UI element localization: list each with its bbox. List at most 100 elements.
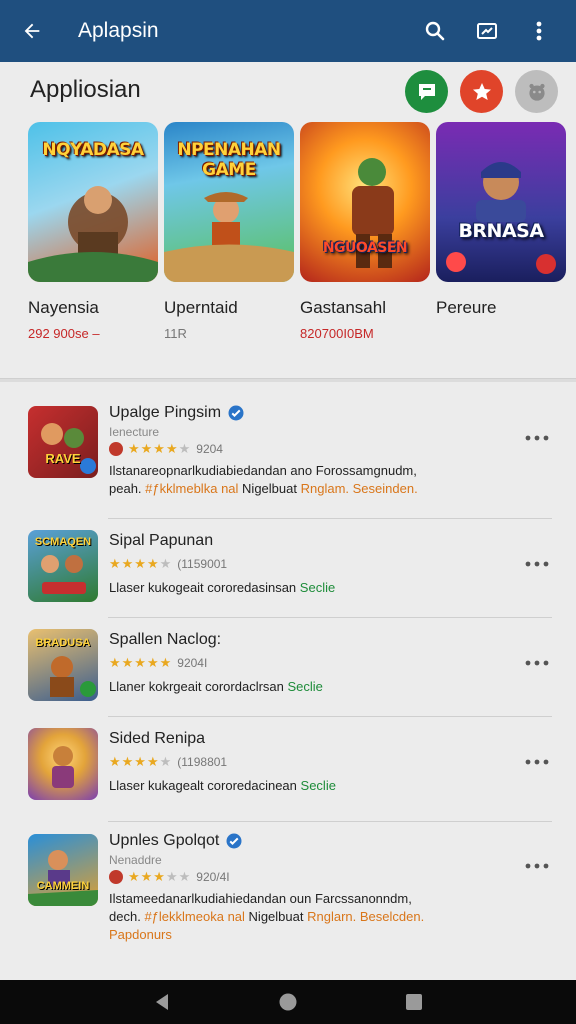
list-item[interactable]: CAMMEIN Upnles Gpolqot Nenaddre ★★★★★ 92… (28, 832, 552, 952)
rating-count: 9204 (196, 442, 223, 456)
app-developer: Nenaddre (109, 853, 162, 867)
app-description: Ilstameedanarlkudiahiedandan oun Farcssa… (109, 890, 512, 944)
arrow-left-icon (24, 23, 40, 39)
nav-recent-button[interactable] (399, 987, 429, 1017)
app-rating: ★★★★★ 9204I (109, 655, 512, 671)
star-badge-icon (472, 82, 491, 100)
section-title: Appliosian (30, 76, 141, 103)
chat-badge-icon (418, 83, 435, 100)
app-name: Sided Renipa (109, 730, 512, 748)
back-button[interactable] (14, 13, 50, 49)
rating-avatar-icon (109, 870, 123, 884)
list-divider (108, 617, 552, 618)
app-info: Sipal Papunan ★★★★★ (1159001 Llaser kuko… (109, 532, 512, 597)
nav-back-icon (156, 994, 168, 1010)
featured-carousel: NQYADASA Nayensia 292 900se – NPENAHAN G… (28, 122, 568, 341)
star-rating: ★★★★★ (128, 441, 192, 456)
featured-title: Uperntaid (164, 298, 238, 317)
star-badge[interactable] (460, 70, 503, 113)
app-icon-label: BRADUSA (35, 637, 91, 649)
header-badges (405, 70, 558, 113)
list-item[interactable]: RAVE Upalge Pingsim Ienecture ★★★★★ 9204… (28, 404, 552, 514)
list-divider (108, 518, 552, 519)
list-item[interactable]: SCMAQEN Sipal Papunan ★★★★★ (1159001 Lla… (28, 528, 552, 614)
more-options-button[interactable] (522, 752, 552, 772)
app-icon-label: CAMMEIN (36, 880, 90, 892)
featured-card[interactable]: BRNASA Pereure (436, 122, 566, 341)
app-name-text: Sided Renipa (109, 730, 206, 747)
app-name: Sipal Papunan (109, 532, 512, 550)
star-rating: ★★★★★ (109, 556, 173, 571)
verified-check-icon (226, 833, 242, 849)
nav-home-icon (279, 993, 297, 1011)
more-vert-icon (536, 21, 542, 41)
star-rating: ★★★★★ (109, 655, 173, 670)
featured-title: Gastansahl (300, 298, 386, 317)
more-options-button[interactable] (522, 653, 552, 673)
rating-count: (1198801 (177, 755, 228, 769)
app-name-text: Upalge Pingsim (109, 404, 222, 421)
list-divider (108, 716, 552, 717)
trending-icon (477, 23, 497, 39)
description-line: Papdonurs (109, 927, 172, 942)
nav-recent-icon (406, 994, 422, 1010)
list-item[interactable]: Sided Renipa ★★★★★ (1198801 Llaser kukag… (28, 726, 552, 812)
more-horiz-icon (525, 759, 549, 765)
app-description: Llaser kukagealt cororedacinean Seclie (109, 778, 336, 793)
app-description: Llaner kokrgeait corordaclrsan Seclie (109, 679, 323, 694)
list-divider (108, 821, 552, 822)
more-options-button[interactable] (522, 856, 552, 876)
app-info: Upnles Gpolqot Nenaddre ★★★★★ 920/4I Ils… (109, 832, 512, 944)
app-name-text: Upnles Gpolqot (109, 832, 220, 849)
featured-card[interactable]: NQYADASA Nayensia 292 900se – (28, 122, 158, 341)
featured-card[interactable]: NGUOASEN Gastansahl 820700I0BM (300, 122, 430, 341)
nav-back-button[interactable] (147, 987, 177, 1017)
app-name-text: Spallen Naclog: (109, 631, 222, 648)
nav-home-button[interactable] (273, 987, 303, 1017)
more-horiz-icon (525, 435, 549, 441)
more-horiz-icon (525, 561, 549, 567)
featured-card[interactable]: NPENAHAN GAME Uperntaid 11R (164, 122, 294, 341)
app-title: Aplapsin (78, 19, 159, 42)
description-line: dech. #ƒlekklmeoka nal Nigelbuat Rnglarn… (109, 909, 425, 924)
app-icon: RAVE (28, 406, 98, 478)
trending-button[interactable] (464, 8, 510, 54)
app-description: Ilstanareopnarlkudiabiedandan ano Foross… (109, 462, 512, 498)
featured-subtitle: 820700I0BM (300, 326, 374, 341)
verified-check-icon (228, 405, 244, 421)
more-horiz-icon (525, 863, 549, 869)
featured-art-label: NPENAHAN GAME (177, 140, 281, 180)
featured-art-label: BRNASA (458, 220, 544, 242)
app-description: Llaser kukogeait cororedasinsan Seclie (109, 580, 336, 595)
more-options-button[interactable] (522, 428, 552, 448)
app-icon-label: RAVE (45, 451, 81, 466)
featured-subtitle: 292 900se – (28, 326, 100, 341)
rating-count: 920/4I (196, 870, 230, 884)
featured-title: Pereure (436, 298, 497, 317)
star-rating: ★★★★★ (128, 869, 192, 884)
app-rating: ★★★★★ (1198801 (109, 754, 512, 770)
more-options-button[interactable] (522, 554, 552, 574)
featured-art: BRNASA (436, 122, 566, 282)
featured-art: NGUOASEN (300, 122, 430, 282)
chat-badge[interactable] (405, 70, 448, 113)
app-name: Upnles Gpolqot (109, 832, 512, 850)
face-badge-icon (528, 83, 545, 101)
face-badge[interactable] (515, 70, 558, 113)
app-icon: CAMMEIN (28, 834, 98, 906)
app-name-text: Sipal Papunan (109, 532, 214, 549)
featured-art: NPENAHAN GAME (164, 122, 294, 282)
app-info: Upalge Pingsim Ienecture ★★★★★ 9204 Ilst… (109, 404, 512, 498)
description-line: Ilstanareopnarlkudiabiedandan ano Foross… (109, 463, 417, 478)
rating-count: 9204I (177, 656, 208, 670)
featured-title: Nayensia (28, 298, 99, 317)
app-rating: ★★★★★ 920/4I (109, 869, 512, 885)
search-button[interactable] (412, 8, 458, 54)
app-icon (28, 728, 98, 800)
list-item[interactable]: BRADUSA Spallen Naclog: ★★★★★ 9204I Llan… (28, 627, 552, 713)
section-divider (0, 378, 576, 382)
app-name: Upalge Pingsim (109, 404, 512, 422)
overflow-menu-button[interactable] (516, 8, 562, 54)
app-bar: Aplapsin (0, 0, 576, 62)
more-horiz-icon (525, 660, 549, 666)
